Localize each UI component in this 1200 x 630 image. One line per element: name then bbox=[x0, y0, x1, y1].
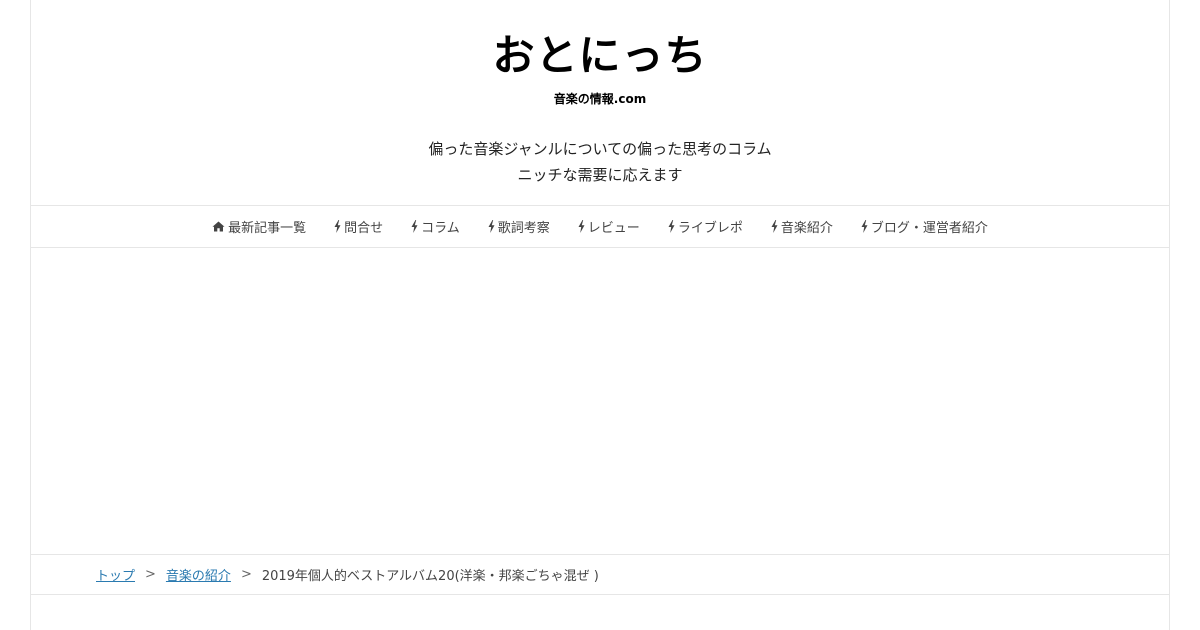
nav-item-live-report[interactable]: ライブレポ bbox=[668, 217, 743, 236]
breadcrumb-separator: > bbox=[145, 567, 156, 582]
nav-item-label: 問合せ bbox=[344, 221, 384, 236]
main-nav: 最新記事一覧 問合せ コラム 歌詞考察 レビュー ライブレポ 音楽紹介 ブログ・… bbox=[31, 205, 1169, 248]
nav-item-latest-articles[interactable]: 最新記事一覧 bbox=[212, 217, 306, 236]
bolt-icon bbox=[861, 220, 868, 233]
nav-item-label: ブログ・運営者紹介 bbox=[870, 221, 988, 236]
breadcrumb: トップ > 音楽の紹介 > 2019年個人的ベストアルバム20(洋楽・邦楽ごちゃ… bbox=[31, 554, 1169, 595]
bolt-icon bbox=[578, 220, 585, 233]
tagline-line-1: 偏った音楽ジャンルについての偏った思考のコラム bbox=[428, 140, 772, 158]
nav-item-label: コラム bbox=[421, 221, 460, 236]
bolt-icon bbox=[411, 220, 418, 233]
tagline-line-2: ニッチな需要に応えます bbox=[517, 166, 683, 184]
nav-item-column[interactable]: コラム bbox=[411, 217, 460, 236]
bolt-icon bbox=[668, 220, 675, 233]
bolt-icon bbox=[488, 220, 495, 233]
nav-item-contact[interactable]: 問合せ bbox=[334, 217, 383, 236]
breadcrumb-link-top[interactable]: トップ bbox=[96, 565, 135, 584]
home-icon bbox=[212, 221, 225, 232]
nav-item-label: 音楽紹介 bbox=[780, 221, 833, 236]
bolt-icon bbox=[771, 220, 778, 233]
site-title[interactable]: おとにっち bbox=[31, 28, 1169, 84]
site-subtitle: 音楽の情報.com bbox=[553, 92, 647, 106]
nav-item-label: ライブレポ bbox=[677, 221, 743, 236]
page-container: おとにっち 音楽の情報.com 偏った音楽ジャンルについての偏った思考のコラム … bbox=[30, 0, 1170, 630]
site-header: おとにっち 音楽の情報.com 偏った音楽ジャンルについての偏った思考のコラム … bbox=[31, 0, 1169, 205]
bolt-icon bbox=[334, 220, 341, 233]
nav-item-lyrics[interactable]: 歌詞考察 bbox=[488, 217, 550, 236]
breadcrumb-current: 2019年個人的ベストアルバム20(洋楽・邦楽ごちゃ混ぜ ) bbox=[261, 569, 599, 584]
site-tagline: 偏った音楽ジャンルについての偏った思考のコラム ニッチな需要に応えます bbox=[31, 136, 1169, 188]
nav-item-label: レビュー bbox=[587, 221, 640, 236]
ad-area bbox=[31, 248, 1169, 554]
nav-item-music-intro[interactable]: 音楽紹介 bbox=[771, 217, 833, 236]
nav-item-blog-about[interactable]: ブログ・運営者紹介 bbox=[861, 217, 988, 236]
nav-item-label: 最新記事一覧 bbox=[228, 221, 307, 236]
nav-item-review[interactable]: レビュー bbox=[578, 217, 640, 236]
nav-item-label: 歌詞考察 bbox=[497, 221, 550, 236]
breadcrumb-link-music-intro[interactable]: 音楽の紹介 bbox=[166, 565, 231, 584]
breadcrumb-separator: > bbox=[240, 567, 252, 582]
